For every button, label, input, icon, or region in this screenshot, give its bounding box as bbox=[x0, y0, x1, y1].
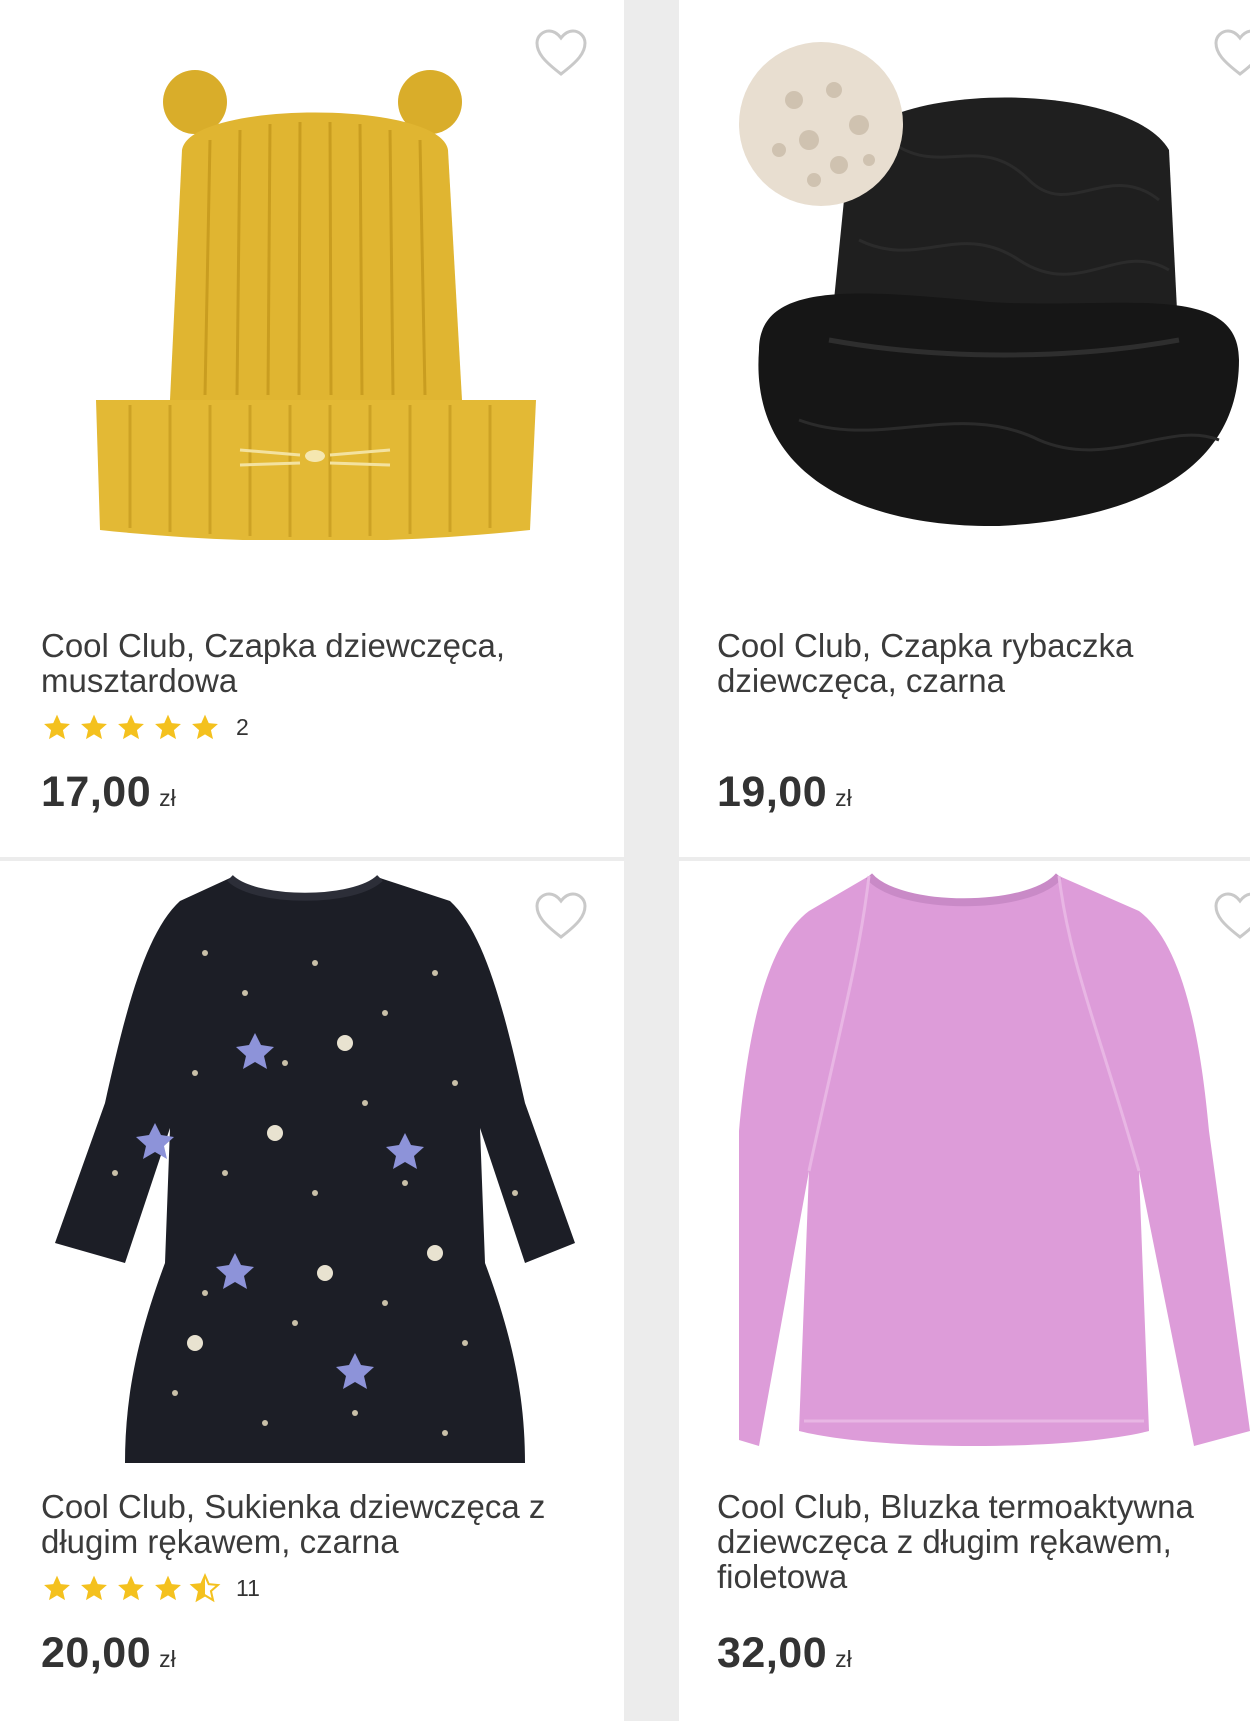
price-currency: zł bbox=[159, 785, 176, 811]
starry-black-dress-image[interactable] bbox=[55, 873, 575, 1473]
price-amount: 20,00 bbox=[41, 1629, 152, 1677]
product-price: 32,00 zł bbox=[717, 1629, 852, 1678]
product-price: 17,00 zł bbox=[41, 768, 176, 817]
price-amount: 32,00 bbox=[717, 1629, 828, 1677]
star-icon bbox=[155, 1575, 181, 1601]
star-icon bbox=[192, 714, 218, 740]
price-currency: zł bbox=[835, 1646, 852, 1672]
product-card[interactable]: Cool Club, Sukienka dziewczęca z długim … bbox=[0, 861, 624, 1721]
product-card[interactable]: Cool Club, Bluzka termoaktywna dziewczęc… bbox=[679, 861, 1250, 1721]
heart-icon[interactable] bbox=[534, 28, 588, 78]
price-currency: zł bbox=[835, 785, 852, 811]
rating-count: 2 bbox=[236, 714, 249, 740]
star-icon bbox=[81, 1575, 107, 1601]
mustard-knit-beanie-image[interactable] bbox=[90, 60, 540, 540]
rating-count: 11 bbox=[236, 1575, 260, 1601]
star-icon bbox=[44, 1575, 70, 1601]
rating-stars: 2 bbox=[41, 712, 249, 743]
product-title[interactable]: Cool Club, Bluzka termoaktywna dziewczęc… bbox=[717, 1489, 1250, 1594]
pink-thermal-top-image[interactable] bbox=[739, 871, 1250, 1461]
product-price: 20,00 zł bbox=[41, 1629, 176, 1678]
price-amount: 19,00 bbox=[717, 768, 828, 816]
rating-stars: 11 bbox=[41, 1573, 260, 1604]
star-icon bbox=[118, 714, 144, 740]
product-title[interactable]: Cool Club, Sukienka dziewczęca z długim … bbox=[41, 1489, 581, 1559]
product-card[interactable]: Cool Club, Czapka rybaczka dziewczęca, c… bbox=[679, 0, 1250, 857]
star-icon bbox=[81, 714, 107, 740]
product-title[interactable]: Cool Club, Czapka rybaczka dziewczęca, c… bbox=[717, 628, 1250, 698]
price-amount: 17,00 bbox=[41, 768, 152, 816]
product-card[interactable]: Cool Club, Czapka dziewczęca, musztardow… bbox=[0, 0, 624, 857]
product-title[interactable]: Cool Club, Czapka dziewczęca, musztardow… bbox=[41, 628, 581, 698]
product-price: 19,00 zł bbox=[717, 768, 852, 817]
price-currency: zł bbox=[159, 1646, 176, 1672]
star-icon bbox=[44, 714, 70, 740]
half-star-icon bbox=[189, 1573, 221, 1603]
star-icon bbox=[118, 1575, 144, 1601]
star-icon bbox=[155, 714, 181, 740]
black-bucket-hat-image[interactable] bbox=[739, 40, 1250, 540]
